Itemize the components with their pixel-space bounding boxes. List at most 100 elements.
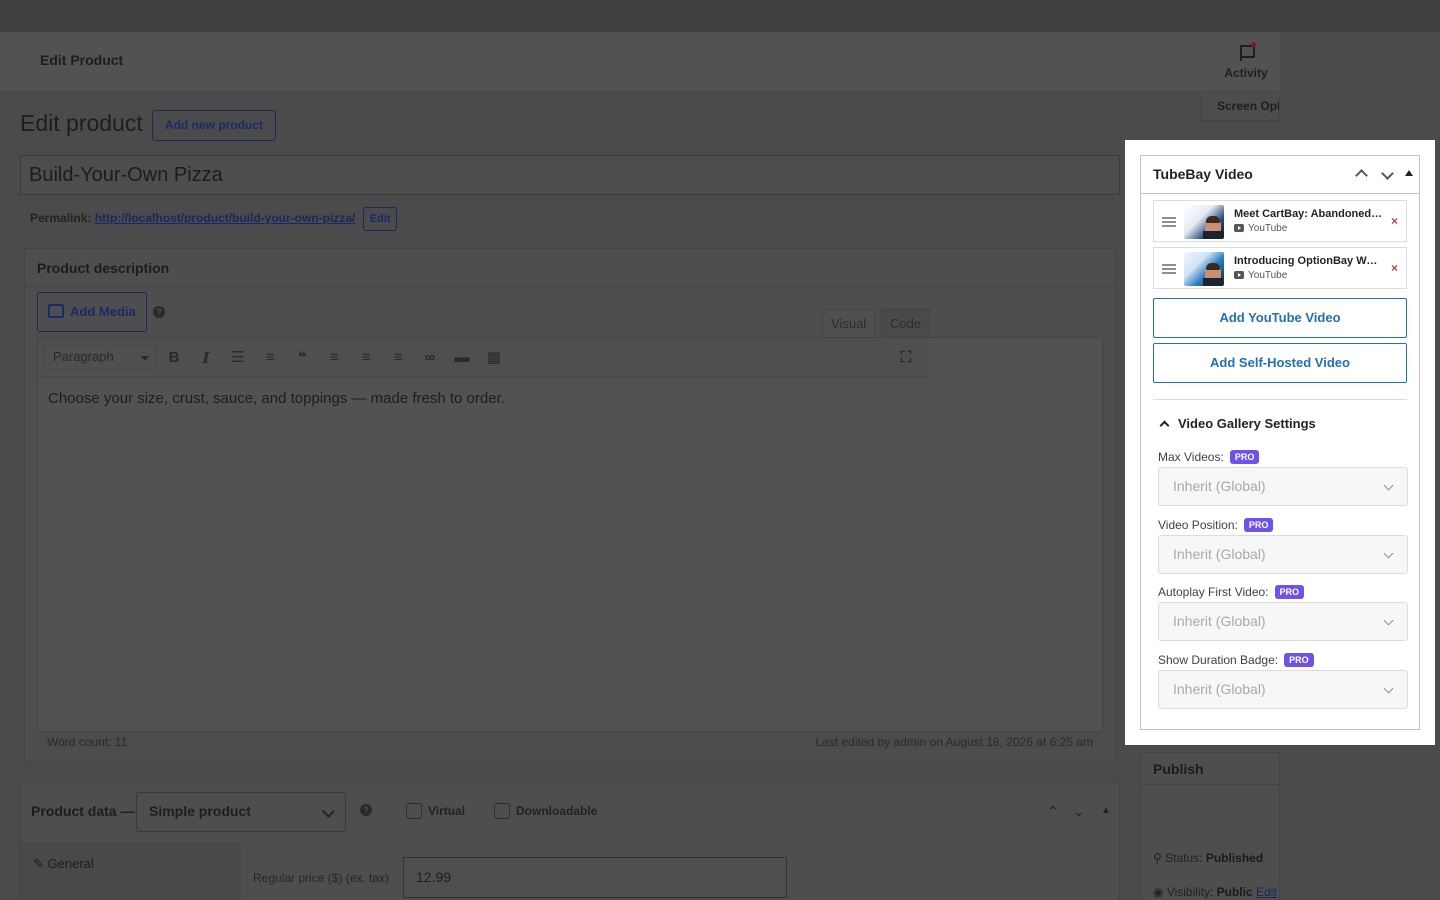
flag-icon [1236, 42, 1256, 62]
video-source: YouTube [1234, 270, 1287, 281]
show-duration-badge-select[interactable]: Inherit (Global) [1158, 670, 1408, 709]
editor-toolbar: Paragraph B I ☰ ≡ ❝ ≡ ≡ ≡ ∞ ▬ ▦ ⛶ [38, 338, 928, 378]
downloadable-checkbox[interactable]: Downloadable [494, 803, 597, 819]
format-select[interactable]: Paragraph [44, 345, 156, 370]
video-thumbnail [1184, 205, 1224, 239]
align-left-icon[interactable]: ≡ [325, 349, 343, 367]
activity-label: Activity [1224, 66, 1268, 80]
product-type-select[interactable]: Simple product [136, 792, 346, 832]
link-icon[interactable]: ∞ [421, 349, 439, 367]
divider [1153, 399, 1407, 400]
downloadable-label: Downloadable [516, 804, 598, 818]
video-title: Meet CartBay: Abandoned Cart Recovery [1234, 208, 1384, 220]
blockquote-icon[interactable]: ❝ [293, 349, 311, 367]
screen-options-button[interactable]: Screen Options [1200, 92, 1280, 121]
eye-icon: ◉ [1153, 885, 1167, 899]
read-more-icon[interactable]: ▬ [453, 349, 471, 367]
max-videos-select[interactable]: Inherit (Global) [1158, 467, 1408, 506]
permalink: Permalink: http://localhost/product/buil… [30, 207, 398, 231]
product-description-box: Product description Add Media ? Visual C… [24, 248, 1116, 762]
add-media-label: Add Media [70, 304, 136, 319]
drag-handle-icon[interactable] [1162, 264, 1176, 274]
bullet-list-icon[interactable]: ☰ [229, 349, 247, 367]
activity-button[interactable]: Activity [1216, 42, 1276, 80]
add-media-button[interactable]: Add Media [37, 292, 147, 332]
word-count: Word count: 11 [47, 735, 128, 749]
collapse-icon[interactable] [1403, 168, 1415, 180]
settings-title: Video Gallery Settings [1178, 416, 1316, 431]
align-center-icon[interactable]: ≡ [357, 349, 375, 367]
admin-bar [0, 0, 1440, 32]
pro-badge: PRO [1284, 653, 1314, 667]
chevron-up-icon [1159, 420, 1170, 431]
youtube-icon [1234, 224, 1244, 232]
product-title-input[interactable]: Build-Your-Own Pizza [20, 155, 1120, 195]
show-duration-badge-label: Show Duration Badge: PRO [1158, 653, 1314, 667]
help-icon[interactable]: ? [153, 306, 165, 318]
remove-icon[interactable]: × [1391, 261, 1398, 275]
pro-badge: PRO [1274, 585, 1305, 599]
add-youtube-video-button[interactable]: Add YouTube Video [1153, 298, 1407, 338]
video-thumbnail [1184, 252, 1224, 286]
add-self-hosted-video-button[interactable]: Add Self-Hosted Video [1153, 343, 1407, 383]
virtual-label: Virtual [428, 804, 466, 818]
video-gallery-settings-toggle[interactable]: Video Gallery Settings [1157, 416, 1316, 431]
italic-icon[interactable]: I [197, 349, 215, 367]
collapse-icon[interactable]: ▲ [1101, 805, 1111, 816]
header-title: Edit Product [40, 52, 124, 68]
remove-icon[interactable]: × [1391, 214, 1398, 228]
editor-status-bar: Word count: 11 Last edited by admin on A… [37, 731, 1103, 750]
tubebay-header: TubeBay Video [1141, 156, 1419, 194]
autoplay-first-video-label: Autoplay First Video: PRO [1158, 585, 1305, 599]
video-position-label: Video Position: PRO [1158, 518, 1274, 532]
page-header: Edit Product Activity [0, 32, 1280, 92]
bold-icon[interactable]: B [165, 349, 183, 367]
move-up-icon[interactable]: ⌃ [1047, 803, 1059, 820]
product-description-header: Product description [25, 249, 1115, 287]
max-videos-label: Max Videos: PRO [1158, 450, 1260, 464]
add-new-product-button[interactable]: Add new product [152, 110, 276, 141]
fullscreen-icon[interactable]: ⛶ [897, 349, 915, 367]
visibility-edit-link[interactable]: Edit [1256, 885, 1277, 899]
tubebay-video-box: TubeBay Video Meet CartBay: Abandoned Ca… [1140, 155, 1420, 730]
youtube-icon [1234, 271, 1244, 279]
product-data-box: Product data — Simple product ? Virtual … [20, 782, 1120, 900]
regular-price-label: Regular price ($) (ex. tax) [253, 871, 390, 885]
move-down-icon[interactable] [1381, 169, 1393, 181]
virtual-checkbox[interactable]: Virtual [406, 803, 465, 819]
product-data-title: Product data — [31, 803, 135, 819]
autoplay-first-video-select[interactable]: Inherit (Global) [1158, 602, 1408, 641]
visibility-row: ◉ Visibility: Public Edit [1153, 885, 1277, 899]
regular-price-input[interactable]: 12.99 [403, 857, 787, 898]
permalink-label: Permalink: [30, 211, 92, 226]
product-data-tabs: ✎ General [21, 843, 241, 900]
toolbar-toggle-icon[interactable]: ▦ [485, 349, 503, 367]
pro-badge: PRO [1229, 450, 1260, 464]
media-icon [48, 304, 64, 318]
move-up-icon[interactable] [1355, 167, 1367, 179]
pin-icon: ⚲ [1153, 851, 1166, 865]
video-position-select[interactable]: Inherit (Global) [1158, 535, 1408, 574]
status-row: ⚲ Status: Published [1153, 851, 1264, 865]
publish-header: Publish [1141, 753, 1279, 785]
pro-badge: PRO [1243, 518, 1274, 532]
last-edited: Last edited by admin on August 18, 2026 … [815, 735, 1093, 749]
align-right-icon[interactable]: ≡ [389, 349, 407, 367]
video-title: Introducing OptionBay WooCommerce [1234, 255, 1384, 267]
page-title: Edit product [20, 110, 143, 136]
tab-general[interactable]: ✎ General [33, 856, 94, 872]
video-source: YouTube [1234, 223, 1287, 234]
tab-visual[interactable]: Visual [822, 309, 876, 337]
editor-area[interactable]: Paragraph B I ☰ ≡ ❝ ≡ ≡ ≡ ∞ ▬ ▦ ⛶ Choose… [37, 337, 1103, 749]
tubebay-title: TubeBay Video [1153, 166, 1253, 182]
drag-handle-icon[interactable] [1162, 217, 1176, 227]
tab-code[interactable]: Code [881, 309, 931, 337]
video-item[interactable]: Introducing OptionBay WooCommerce YouTub… [1153, 247, 1407, 289]
help-icon[interactable]: ? [360, 804, 372, 816]
permalink-edit-button[interactable]: Edit [362, 207, 398, 231]
move-down-icon[interactable]: ⌄ [1073, 803, 1085, 820]
numbered-list-icon[interactable]: ≡ [261, 349, 279, 367]
editor-content[interactable]: Choose your size, crust, sauce, and topp… [38, 378, 1102, 419]
video-item[interactable]: Meet CartBay: Abandoned Cart Recovery Yo… [1153, 200, 1407, 242]
permalink-link[interactable]: http://localhost/product/build-your-own-… [95, 211, 356, 225]
